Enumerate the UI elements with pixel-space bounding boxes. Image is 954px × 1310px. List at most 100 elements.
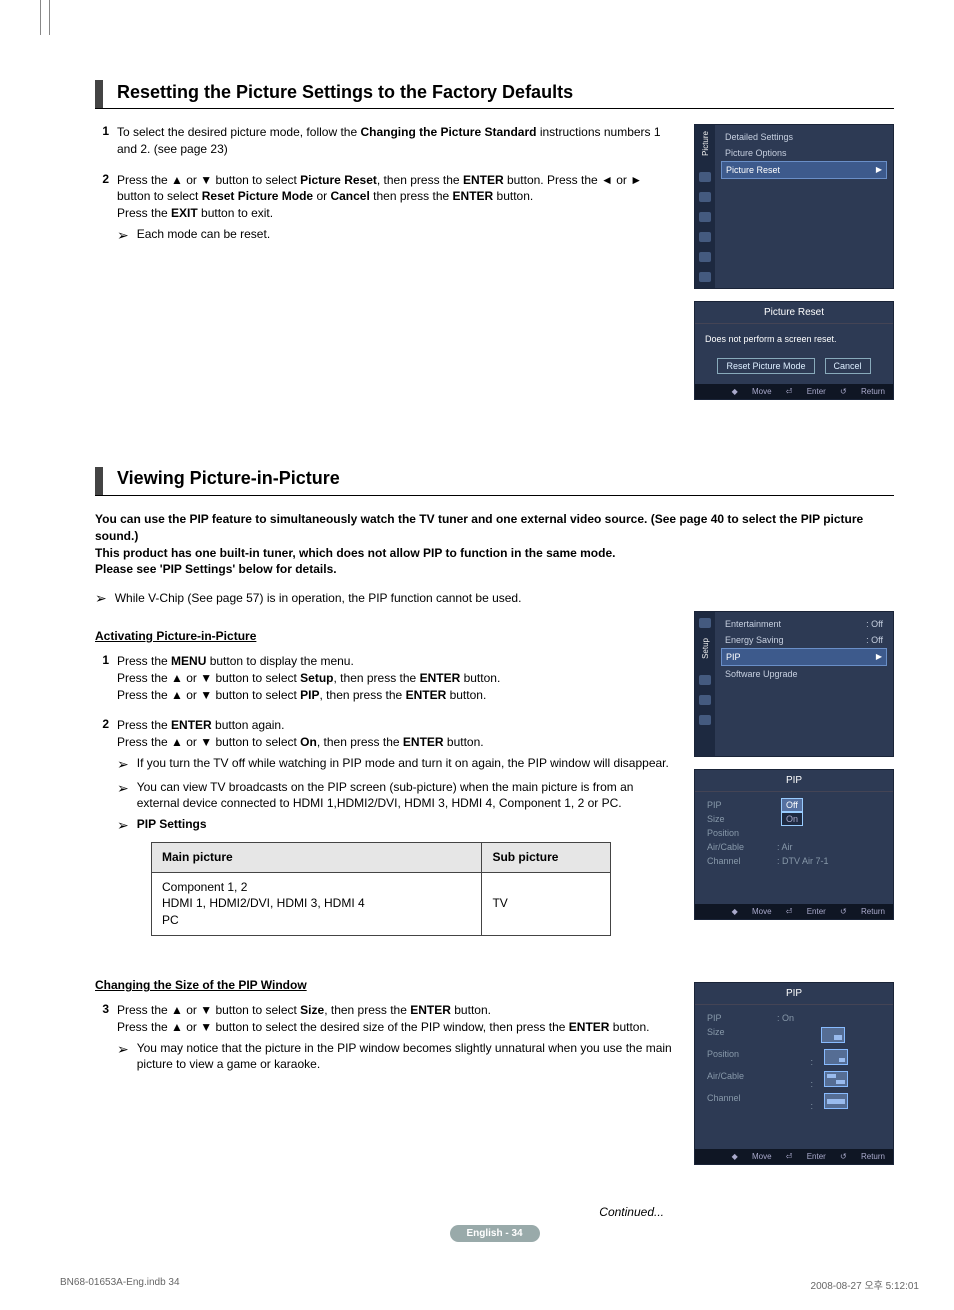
hint-enter: ⏎ Enter: [786, 1152, 826, 1161]
hint-label: Move: [752, 907, 772, 916]
hint-label: Enter: [807, 387, 826, 396]
text: , then press the: [377, 173, 463, 187]
hint-label: Enter: [807, 1152, 826, 1161]
osd-dialog-message: Does not perform a screen reset.: [705, 334, 883, 344]
osd-opt-position[interactable]: Position: [703, 826, 885, 840]
osd-rail-icon: [699, 675, 711, 685]
osd-picture-menu: Picture Detailed Settings Picture Option…: [694, 124, 894, 289]
text: button.: [451, 1003, 491, 1017]
opt-label: Air/Cable: [707, 842, 777, 852]
step-3-number: 3: [95, 1002, 117, 1077]
opt-label: Size: [707, 1027, 777, 1045]
pip-off-option[interactable]: Off: [781, 798, 803, 812]
reset-picture-mode-button[interactable]: Reset Picture Mode: [717, 358, 814, 374]
document-footer: BN68-01653A-Eng.indb 34 2008-08-27 오후 5:…: [60, 1277, 919, 1292]
osd-item-software[interactable]: Software Upgrade: [721, 666, 887, 682]
text: button.: [444, 735, 484, 749]
osd-footer-hints: ◆ Move ⏎ Enter ↺ Return: [695, 904, 893, 919]
bold-text: ENTER: [403, 735, 444, 749]
opt-label: PIP: [707, 800, 777, 810]
osd-item-reset-selected[interactable]: Picture Reset▶: [721, 161, 887, 179]
osd-rail-icon: [699, 715, 711, 725]
td-main: Component 1, 2 HDMI 1, HDMI2/DVI, HDMI 3…: [152, 872, 482, 935]
bold-text: PIP Settings: [137, 817, 207, 831]
th-sub: Sub picture: [482, 842, 611, 872]
osd-opt-aircable[interactable]: Air/Cable: Air: [703, 840, 885, 854]
osd-pip-menu-2: PIP PIP: On Size Position: Air/Cable: Ch…: [694, 982, 894, 1165]
text: button to display the menu.: [206, 654, 353, 668]
osd-opt-position[interactable]: Position:: [703, 1047, 885, 1069]
opt-label: Position: [707, 1049, 777, 1067]
osd-item-entertainment[interactable]: Entertainment: Off: [721, 616, 887, 632]
heading-1-text: Resetting the Picture Settings to the Fa…: [117, 82, 573, 107]
page-tab-mark: [40, 0, 50, 35]
osd-item-label: Software Upgrade: [725, 669, 798, 679]
osd-opt-aircable[interactable]: Air/Cable:: [703, 1069, 885, 1091]
hint-label: Return: [861, 907, 885, 916]
osd-rail-icon: [699, 212, 711, 222]
osd-item-detailed[interactable]: Detailed Settings: [721, 129, 887, 145]
step-body: Press the ▲ or ▼ button to select Size, …: [117, 1002, 676, 1077]
bullet-text: Each mode can be reset.: [137, 226, 676, 246]
osd-setup-menu: Setup Entertainment: Off Energy Saving: …: [694, 611, 894, 757]
osd-opt-pip[interactable]: PIP Off: [703, 798, 885, 812]
opt-value: : On: [777, 1013, 881, 1023]
bold-text: Changing the Picture Standard: [360, 125, 536, 139]
text: button again.: [212, 718, 285, 732]
bullet-arrow-icon: ➢: [117, 816, 137, 836]
page-number-badge: English - 34: [450, 1225, 540, 1242]
bold-text: ENTER: [410, 1003, 451, 1017]
osd-item-options[interactable]: Picture Options: [721, 145, 887, 161]
pip-on-option[interactable]: On: [781, 812, 803, 826]
osd-opt-channel[interactable]: Channel:: [703, 1091, 885, 1113]
cancel-button[interactable]: Cancel: [825, 358, 871, 374]
bold-text: ENTER: [420, 671, 461, 685]
intro-line: You can use the PIP feature to simultane…: [95, 512, 863, 543]
text: button.: [446, 688, 486, 702]
hint-label: Move: [752, 1152, 772, 1161]
pip-size-icon[interactable]: [824, 1049, 848, 1065]
intro-text: You can use the PIP feature to simultane…: [95, 511, 894, 578]
bullet-arrow-icon: ➢: [117, 226, 137, 246]
text: Press the: [117, 206, 171, 220]
osd-title: PIP: [695, 983, 893, 1005]
text: Press the ▲ or ▼ button to select: [117, 671, 300, 685]
bold-text: Size: [300, 1003, 324, 1017]
pip-size-icon[interactable]: [824, 1071, 848, 1087]
osd-rail: Setup: [695, 612, 715, 756]
osd-footer-hints: ◆ Move ⏎ Enter ↺ Return: [695, 384, 893, 399]
bold-text: Picture Reset: [300, 173, 377, 187]
pip-size-icon[interactable]: [824, 1093, 848, 1109]
osd-item-value: : Off: [866, 619, 883, 629]
pip-size-icon[interactable]: [821, 1027, 845, 1043]
text: To select the desired picture mode, foll…: [117, 125, 360, 139]
hint-return: ↺ Return: [840, 1152, 885, 1161]
osd-opt-pip[interactable]: PIP: On: [703, 1011, 885, 1025]
opt-label: Channel: [707, 856, 777, 866]
text: Press the ▲ or ▼ button to select: [117, 1003, 300, 1017]
text: , then press the: [320, 688, 406, 702]
bold-text: Setup: [300, 671, 333, 685]
td-sub: TV: [482, 872, 611, 935]
osd-opt-channel[interactable]: Channel: DTV Air 7-1: [703, 854, 885, 868]
bullet-arrow-icon: ➢: [117, 1040, 137, 1074]
osd-rail-label: Picture: [701, 131, 710, 156]
osd-item-label: Picture Reset: [726, 165, 780, 175]
osd-opt-size[interactable]: Size: [703, 1025, 885, 1047]
osd-item-label: PIP: [726, 652, 741, 662]
hint-enter: ⏎ Enter: [786, 387, 826, 396]
osd-opt-size[interactable]: SizeOn: [703, 812, 885, 826]
hint-enter: ⏎ Enter: [786, 907, 826, 916]
osd-item-energy[interactable]: Energy Saving: Off: [721, 632, 887, 648]
text: then press the: [370, 189, 453, 203]
bullet-text: You may notice that the picture in the P…: [137, 1040, 676, 1074]
text: Press the ▲ or ▼ button to select: [117, 688, 300, 702]
bullet-text: You can view TV broadcasts on the PIP sc…: [137, 779, 676, 813]
text: button to exit.: [198, 206, 273, 220]
step-body: Press the ENTER button again. Press the …: [117, 717, 676, 936]
osd-item-pip-selected[interactable]: PIP▶: [721, 648, 887, 666]
osd-rail-icon: [699, 252, 711, 262]
text: button.: [493, 189, 533, 203]
bold-text: Cancel: [330, 189, 369, 203]
hint-label: Return: [861, 387, 885, 396]
